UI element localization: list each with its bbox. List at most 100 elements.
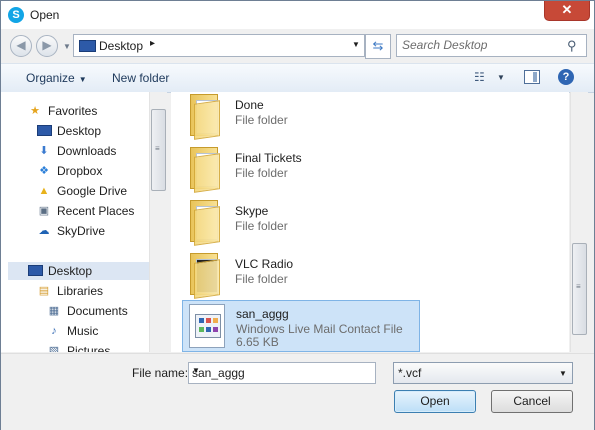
sidebar-item-google-drive[interactable]: ▲ Google Drive xyxy=(37,182,147,200)
folder-icon xyxy=(190,253,222,299)
file-list-scrollbar-thumb[interactable]: ≡ xyxy=(572,243,587,335)
organize-label: Organize xyxy=(26,71,75,85)
sidebar-item-downloads[interactable]: ⬇ Downloads xyxy=(37,142,147,160)
desktop-icon xyxy=(37,125,52,136)
grip-icon: ≡ xyxy=(576,282,581,291)
file-type-filter-value: *.vcf xyxy=(398,366,422,380)
back-arrow-icon: ◀ xyxy=(16,38,26,52)
downloads-icon: ⬇ xyxy=(39,145,49,157)
list-item-selected[interactable]: san_aggg Windows Live Mail Contact File … xyxy=(182,300,420,352)
file-name: VLC Radio xyxy=(235,257,294,271)
sidebar-item-label: Music xyxy=(67,324,99,338)
music-icon: ♪ xyxy=(51,325,57,337)
open-button[interactable]: Open xyxy=(394,390,476,413)
file-type: File folder xyxy=(235,113,288,127)
sidebar-item-label: Downloads xyxy=(57,144,117,158)
back-button[interactable]: ◀ xyxy=(10,35,32,57)
chevron-down-icon: ▼ xyxy=(78,75,87,84)
change-view-icon[interactable]: ☷ xyxy=(474,70,488,84)
open-dialog: S Open ✕ ◀ ▶ ▼ Desktop ▸ ▼ ⇆ ⚲ Organize▼… xyxy=(0,0,595,430)
file-name: Skype xyxy=(235,204,269,218)
address-dropdown-icon[interactable]: ▼ xyxy=(352,40,360,49)
desktop-icon xyxy=(28,265,43,276)
sidebar-item-label: Desktop xyxy=(48,264,93,278)
sidebar-item-label: Pictures xyxy=(67,344,111,352)
sidebar-item-pictures[interactable]: ▧ Pictures xyxy=(47,342,147,352)
refresh-button[interactable]: ⇆ xyxy=(365,34,391,59)
sidebar-item-libraries[interactable]: ▤ Libraries xyxy=(37,282,147,300)
file-name: Done xyxy=(235,98,264,112)
title-bar: S Open ✕ xyxy=(1,1,594,29)
address-bar[interactable]: Desktop ▸ ▼ xyxy=(73,34,365,57)
breadcrumb-desktop[interactable]: Desktop xyxy=(99,39,143,53)
list-item[interactable]: Done File folder xyxy=(182,92,418,142)
file-size: 6.65 KB xyxy=(236,335,279,349)
folder-icon xyxy=(190,94,222,140)
sidebar-item-label: Documents xyxy=(67,304,128,318)
navigation-pane: ★ Favorites Desktop ⬇ Downloads ❖ Dropbo… xyxy=(1,92,167,352)
file-name-dropdown-icon[interactable]: ▼ xyxy=(192,366,200,375)
google-drive-icon: ▲ xyxy=(38,185,50,197)
sidebar-item-label: SkyDrive xyxy=(57,224,106,238)
contact-file-icon xyxy=(189,304,225,348)
navigation-scrollbar-thumb[interactable]: ≡ xyxy=(151,109,166,191)
search-input[interactable] xyxy=(402,38,562,52)
recent-locations-dropdown[interactable]: ▼ xyxy=(63,42,71,51)
star-icon: ★ xyxy=(30,105,40,117)
view-options-dropdown-icon[interactable]: ▼ xyxy=(497,73,505,82)
sidebar-item-label: Google Drive xyxy=(57,184,128,198)
sidebar-item-desktop[interactable]: Desktop xyxy=(37,122,147,140)
sidebar-item-recent-places[interactable]: ▣ Recent Places xyxy=(37,202,147,220)
help-icon[interactable]: ? xyxy=(558,69,574,85)
sidebar-item-label: Desktop xyxy=(57,124,102,138)
dropbox-icon: ❖ xyxy=(39,165,49,177)
sidebar-item-label: Libraries xyxy=(57,284,104,298)
forward-arrow-icon: ▶ xyxy=(42,38,52,52)
preview-pane-icon[interactable] xyxy=(524,70,540,84)
file-list: Done File folder Final Tickets File fold… xyxy=(171,92,569,352)
refresh-icon: ⇆ xyxy=(372,38,384,53)
file-type: File folder xyxy=(235,166,288,180)
file-type: Windows Live Mail Contact File xyxy=(236,322,403,336)
file-type-filter[interactable]: *.vcf ▼ xyxy=(393,362,573,384)
file-name: san_aggg xyxy=(236,307,289,321)
toolbar: Organize ▼ New folder ☷ ▼ ? xyxy=(1,63,594,93)
file-name: Final Tickets xyxy=(235,151,302,165)
search-icon[interactable]: ⚲ xyxy=(567,38,577,54)
sidebar-item-label: Dropbox xyxy=(57,164,103,178)
close-button[interactable]: ✕ xyxy=(544,1,590,21)
pictures-icon: ▧ xyxy=(48,345,60,352)
list-item[interactable]: VLC Radio File folder xyxy=(182,251,418,301)
dialog-footer: File name: san_aggg ▼ *.vcf ▼ Open Cance… xyxy=(1,353,594,430)
documents-icon: ▦ xyxy=(48,305,60,317)
sidebar-item-skydrive[interactable]: ☁ SkyDrive xyxy=(37,222,147,240)
folder-icon xyxy=(190,200,222,246)
grip-icon: ≡ xyxy=(155,144,160,153)
folder-icon xyxy=(190,147,222,193)
sidebar-item-label: Favorites xyxy=(48,104,98,118)
forward-button[interactable]: ▶ xyxy=(36,35,58,57)
sidebar-item-documents[interactable]: ▦ Documents xyxy=(47,302,147,320)
file-type: File folder xyxy=(235,272,288,286)
list-item[interactable]: Skype File folder xyxy=(182,198,418,248)
new-folder-button[interactable]: New folder xyxy=(112,71,169,85)
cancel-button[interactable]: Cancel xyxy=(491,390,573,413)
organize-button[interactable]: Organize ▼ xyxy=(26,71,87,85)
sidebar-item-music[interactable]: ♪ Music xyxy=(47,322,147,340)
libraries-icon: ▤ xyxy=(38,285,50,297)
skydrive-icon: ☁ xyxy=(38,225,50,237)
recent-places-icon: ▣ xyxy=(38,205,50,217)
sidebar-item-label: Recent Places xyxy=(57,204,135,218)
file-type: File folder xyxy=(235,219,288,233)
sidebar-item-desktop-root[interactable]: Desktop xyxy=(8,262,149,280)
window-title: Open xyxy=(30,8,60,22)
skype-icon: S xyxy=(8,7,24,23)
desktop-icon xyxy=(79,40,96,52)
sidebar-item-dropbox[interactable]: ❖ Dropbox xyxy=(37,162,147,180)
chevron-down-icon[interactable]: ▼ xyxy=(559,369,567,378)
file-name-field[interactable]: san_aggg ▼ xyxy=(188,362,376,384)
search-box[interactable]: ⚲ xyxy=(396,34,587,57)
sidebar-item-favorites[interactable]: ★ Favorites xyxy=(28,102,148,120)
breadcrumb-chevron-icon[interactable]: ▸ xyxy=(150,38,155,49)
list-item[interactable]: Final Tickets File folder xyxy=(182,145,418,195)
